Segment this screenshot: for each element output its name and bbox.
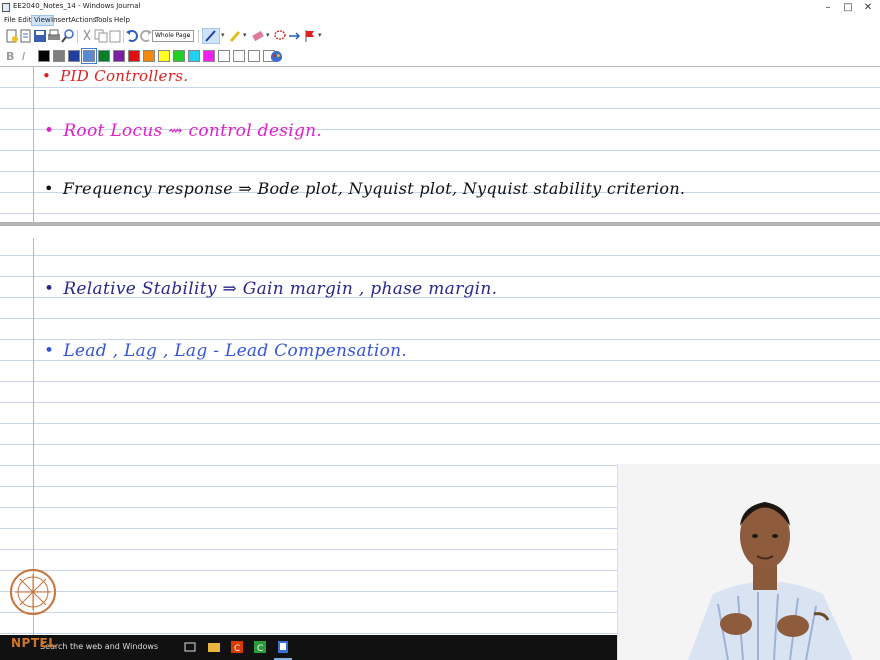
undo-icon[interactable] bbox=[125, 29, 139, 43]
pen-dropdown-arrow[interactable]: ▾ bbox=[221, 31, 225, 39]
lasso-select-icon[interactable] bbox=[273, 29, 287, 43]
note-line-frequency-response: • Frequency response ⇒ Bode plot, Nyquist… bbox=[44, 179, 686, 198]
save-icon[interactable] bbox=[33, 29, 47, 43]
bold-button[interactable]: B bbox=[6, 50, 14, 63]
toolbar-separator bbox=[77, 30, 78, 43]
color-swatch[interactable] bbox=[98, 50, 110, 62]
color-swatch[interactable] bbox=[188, 50, 200, 62]
color-swatch[interactable] bbox=[158, 50, 170, 62]
paste-icon[interactable] bbox=[108, 29, 122, 43]
copy-icon[interactable] bbox=[94, 29, 108, 43]
svg-text:C: C bbox=[234, 644, 240, 654]
highlighter-icon[interactable] bbox=[228, 29, 242, 43]
color-swatch[interactable] bbox=[81, 48, 97, 64]
italic-button[interactable]: I bbox=[22, 50, 25, 63]
office-icon[interactable]: C bbox=[230, 640, 244, 654]
eraser-icon[interactable] bbox=[251, 29, 265, 43]
window-title-bar: EE2040_Notes_14 - Windows Journal – □ ✕ bbox=[0, 0, 880, 15]
flag-icon[interactable] bbox=[303, 29, 317, 43]
zoom-value: Whole Page bbox=[155, 32, 191, 39]
menu-bar: File Edit View Insert Actions Tools Help bbox=[0, 15, 880, 26]
cut-icon[interactable] bbox=[80, 29, 94, 43]
page-gap bbox=[0, 226, 880, 238]
color-swatch[interactable] bbox=[173, 50, 185, 62]
menu-help[interactable]: Help bbox=[112, 15, 132, 26]
taskbar-search[interactable]: Search the web and Windows bbox=[40, 642, 158, 651]
note-line-relative-stability: • Relative Stability ⇒ Gain margin , phas… bbox=[44, 279, 498, 299]
note-line-compensation: • Lead , Lag , Lag - Lead Compensation. bbox=[44, 341, 408, 361]
zoom-select[interactable]: Whole Page ⌄ bbox=[152, 30, 194, 42]
note-line-pid: • PID Controllers. bbox=[42, 67, 189, 85]
color-swatch[interactable] bbox=[113, 50, 125, 62]
color-swatch[interactable] bbox=[53, 50, 65, 62]
print-icon[interactable] bbox=[47, 29, 61, 43]
journal-app-icon bbox=[2, 3, 10, 12]
color-swatch[interactable] bbox=[203, 50, 215, 62]
windows-taskbar: Search the web and Windows C C bbox=[0, 635, 617, 660]
pen-toolbar: B I bbox=[0, 47, 880, 67]
insert-space-icon[interactable] bbox=[287, 29, 301, 43]
standard-toolbar: Whole Page ⌄ ▾ ▾ ▾ ▾ bbox=[0, 26, 880, 47]
color-swatch[interactable] bbox=[233, 50, 245, 62]
close-button[interactable]: ✕ bbox=[856, 0, 880, 15]
speaker-figure bbox=[618, 464, 880, 660]
pen-tool-icon[interactable] bbox=[202, 28, 220, 44]
task-view-icon[interactable] bbox=[183, 640, 197, 654]
toolbar-separator bbox=[198, 30, 199, 43]
chevron-down-icon: ⌄ bbox=[185, 32, 191, 39]
color-swatch[interactable] bbox=[143, 50, 155, 62]
open-icon[interactable] bbox=[19, 29, 33, 43]
new-note-icon[interactable] bbox=[5, 29, 19, 43]
margin-line bbox=[33, 67, 34, 635]
journal-taskbar-icon[interactable] bbox=[276, 640, 290, 654]
speaker-video bbox=[617, 464, 880, 660]
note-line-root-locus: • Root Locus ⇝ control design. bbox=[44, 121, 323, 141]
redo-icon[interactable] bbox=[139, 29, 153, 43]
color-swatch[interactable] bbox=[128, 50, 140, 62]
color-swatch[interactable] bbox=[38, 50, 50, 62]
color-swatch[interactable] bbox=[68, 50, 80, 62]
eraser-dropdown-arrow[interactable]: ▾ bbox=[266, 31, 270, 39]
find-icon[interactable] bbox=[61, 29, 75, 43]
svg-text:C: C bbox=[257, 644, 263, 654]
file-explorer-icon[interactable] bbox=[207, 640, 221, 654]
pen-color-icon[interactable] bbox=[270, 50, 283, 63]
nptel-logo-text: NPTEL bbox=[11, 636, 57, 650]
highlighter-dropdown-arrow[interactable]: ▾ bbox=[243, 31, 247, 39]
color-swatch[interactable] bbox=[248, 50, 260, 62]
window-title: EE2040_Notes_14 - Windows Journal bbox=[13, 2, 141, 10]
flag-dropdown-arrow[interactable]: ▾ bbox=[318, 31, 322, 39]
nptel-seal-logo bbox=[10, 569, 56, 615]
toolbar-separator bbox=[123, 30, 124, 43]
camtasia-icon[interactable]: C bbox=[253, 640, 267, 654]
color-swatch[interactable] bbox=[218, 50, 230, 62]
